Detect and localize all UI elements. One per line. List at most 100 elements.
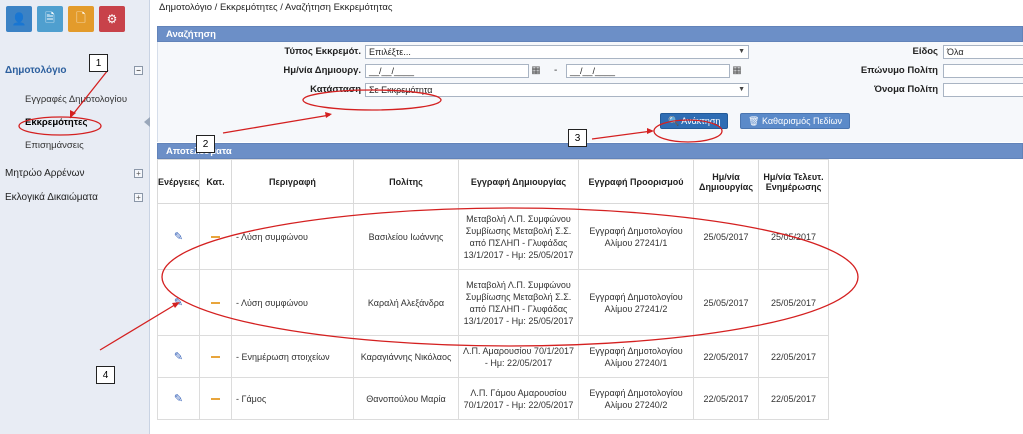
type-label: Τύπος Εκκρεμότ. <box>284 46 361 57</box>
document-icon[interactable]: 🗎 <box>37 6 63 32</box>
table-header-row: Ενέργειες Κατ. Περιγραφή Πολίτης Εγγραφή… <box>157 159 829 204</box>
table-row[interactable]: ✎ - Γάμος Θανοπούλου Μαρία Λ.Π. Γάμου Αμαρο… <box>157 377 829 420</box>
cell-created-record: Μεταβολή Λ.Π. Συμφώνου Συμβίωσης Μεταβολ… <box>458 203 579 270</box>
cell-description: - Λύση συμφώνου <box>231 269 354 336</box>
breadcrumb-item: Αναζήτηση Εκκρεμότητας <box>285 2 393 13</box>
search-icon: 🔍 <box>668 116 680 126</box>
edit-icon[interactable]: ✎ <box>174 351 183 363</box>
cell-destination-record: Εγγραφή Δημοτολογίου Αλίμου 27241/2 <box>578 269 694 336</box>
category-dash-icon <box>211 356 220 359</box>
sidebar-menu-label: Δημοτολόγιο <box>5 64 67 76</box>
sidebar-menu-male-registry[interactable]: Μητρώο Αρρένων + <box>0 161 149 185</box>
cell-citizen: Καραλή Αλεξάνδρα <box>353 269 459 336</box>
sidebar-item-registrations[interactable]: Εγγραφές Δημοτολογίου <box>0 88 149 111</box>
name-input[interactable] <box>943 83 1023 97</box>
collapse-icon[interactable]: − <box>134 65 143 75</box>
category-dash-icon <box>211 398 220 401</box>
cell-destination-record: Εγγραφή Δημοτολογίου Αλίμου 27241/1 <box>578 203 694 270</box>
results-table: Ενέργειες Κατ. Περιγραφή Πολίτης Εγγραφή… <box>157 159 829 420</box>
sidebar-menu-dimotologio[interactable]: Δημοτολόγιο − <box>0 58 149 82</box>
cell-created-record: Λ.Π. Αμαρουσίου 70/1/2017 - Ημ: 22/05/20… <box>458 335 579 378</box>
sidebar-toolbar: 👤 🗎 🗋 ⚙ <box>0 0 149 38</box>
category-dash-icon <box>211 302 220 305</box>
search-panel: Τύπος Εκκρεμότ. Επιλέξτε... ▼ Είδος Όλα Η… <box>157 42 1023 142</box>
sidebar-item-pending[interactable]: Εκκρεμότητες <box>0 111 149 134</box>
name-label: Όνομα Πολίτη <box>874 84 938 95</box>
cell-icon: ✎ <box>157 203 200 270</box>
cell-date-updated: 22/05/2017 <box>758 377 829 420</box>
cell-date-created: 25/05/2017 <box>693 203 759 270</box>
cell-description: - Γάμος <box>231 377 354 420</box>
search-panel-header: Αναζήτηση <box>157 26 1023 42</box>
clear-fields-button[interactable]: 🗑 Καθαρισμός Πεδίων <box>740 113 851 129</box>
column-header[interactable]: Κατ. <box>199 159 232 204</box>
cell-destination-record: Εγγραφή Δημοτολογίου Αλίμου 27240/1 <box>578 335 694 378</box>
status-select[interactable]: Σε Εκκρεμότητα ▼ <box>365 83 749 97</box>
annotation-number-4: 4 <box>96 366 115 384</box>
cell-created-record: Λ.Π. Γάμου Αμαρουσίου 70/1/2017 - Ημ: 22… <box>458 377 579 420</box>
column-header[interactable]: Πολίτης <box>353 159 459 204</box>
column-header[interactable]: Ημ/νία Δημιουργίας <box>693 159 759 204</box>
user-icon[interactable]: 👤 <box>6 6 32 32</box>
cell-date-updated: 25/05/2017 <box>758 269 829 336</box>
column-header: Ενέργειες <box>157 159 200 204</box>
cell-icon: ✎ <box>157 269 200 336</box>
edit-icon[interactable]: ✎ <box>174 231 183 243</box>
category-dash-icon <box>211 236 220 239</box>
main-content: Δημοτολόγιο / Εκκρεμότητες / Αναζήτηση Ε… <box>157 0 1023 434</box>
annotation-number-1: 1 <box>89 54 108 72</box>
search-button[interactable]: 🔍 Ανάκτηση <box>660 113 729 129</box>
calendar-icon[interactable]: ▦ <box>731 65 743 77</box>
chevron-down-icon: ▼ <box>738 48 745 55</box>
file-icon[interactable]: 🗋 <box>68 6 94 32</box>
date-to-input[interactable]: __/__/____ <box>566 64 730 78</box>
edit-icon[interactable]: ✎ <box>174 393 183 405</box>
column-header[interactable]: Εγγραφή Προορισμού <box>578 159 694 204</box>
table-row[interactable]: ✎ - Λύση συμφώνου Καραλή Αλεξάνδρα Μεταβολή… <box>157 269 829 336</box>
date-separator: - <box>554 65 558 76</box>
cell-icon: ✎ <box>157 377 200 420</box>
expand-icon[interactable]: + <box>134 168 143 178</box>
chevron-down-icon: ▼ <box>738 86 745 93</box>
column-header[interactable]: Περιγραφή <box>231 159 354 204</box>
trash-icon: 🗑 <box>748 116 760 126</box>
cell-date-created: 25/05/2017 <box>693 269 759 336</box>
status-label: Κατάσταση <box>310 84 361 95</box>
kind-select[interactable]: Όλα <box>943 45 1023 59</box>
edit-icon[interactable]: ✎ <box>174 297 183 309</box>
sidebar: 👤 🗎 🗋 ⚙ Δημοτολόγιο − Εγγραφές Δημοτολογίου… <box>0 0 150 434</box>
date-from-input[interactable]: __/__/____ <box>365 64 529 78</box>
sidebar-item-notes[interactable]: Επισημάνσεις <box>0 134 149 157</box>
annotation-number-2: 2 <box>196 135 215 153</box>
type-select[interactable]: Επιλέξτε... ▼ <box>365 45 749 59</box>
surname-input[interactable] <box>943 64 1023 78</box>
surname-label: Επώνυμο Πολίτη <box>860 65 938 76</box>
column-header[interactable]: Εγγραφή Δημιουργίας <box>458 159 579 204</box>
cell-icon <box>199 203 232 270</box>
table-row[interactable]: ✎ - Λύση συμφώνου Βασιλείου Ιωάννης Μεταβολ… <box>157 203 829 270</box>
cell-icon <box>199 377 232 420</box>
date-label: Ημ/νία Δημιουργ. <box>283 65 361 76</box>
cell-date-created: 22/05/2017 <box>693 377 759 420</box>
cell-description: - Λύση συμφώνου <box>231 203 354 270</box>
expand-icon[interactable]: + <box>134 192 143 202</box>
cell-destination-record: Εγγραφή Δημοτολογίου Αλίμου 27240/2 <box>578 377 694 420</box>
cell-date-updated: 22/05/2017 <box>758 335 829 378</box>
sidebar-menu-electoral-rights[interactable]: Εκλογικά Δικαιώματα + <box>0 185 149 209</box>
cell-created-record: Μεταβολή Λ.Π. Συμφώνου Συμβίωσης Μεταβολ… <box>458 269 579 336</box>
breadcrumb-item[interactable]: Εκκρεμότητες <box>220 2 278 13</box>
calendar-icon[interactable]: ▦ <box>530 65 542 77</box>
sidebar-menu-label: Μητρώο Αρρένων <box>5 167 85 179</box>
cell-icon <box>199 269 232 336</box>
settings-icon[interactable]: ⚙ <box>99 6 125 32</box>
cell-citizen: Καραγιάννης Νικόλαος <box>353 335 459 378</box>
cell-date-updated: 25/05/2017 <box>758 203 829 270</box>
kind-label: Είδος <box>912 46 938 57</box>
sidebar-collapse-arrow-icon[interactable] <box>144 117 150 127</box>
results-panel-header: Αποτελέσματα <box>157 143 1023 159</box>
breadcrumb: Δημοτολόγιο / Εκκρεμότητες / Αναζήτηση Ε… <box>159 2 393 13</box>
annotation-number-3: 3 <box>568 129 587 147</box>
column-header[interactable]: Ημ/νία Τελευτ. Ενημέρωσης <box>758 159 829 204</box>
table-row[interactable]: ✎ - Ενημέρωση στοιχείων Καραγιάννης Νικόλα… <box>157 335 829 378</box>
breadcrumb-item[interactable]: Δημοτολόγιο <box>159 2 212 13</box>
